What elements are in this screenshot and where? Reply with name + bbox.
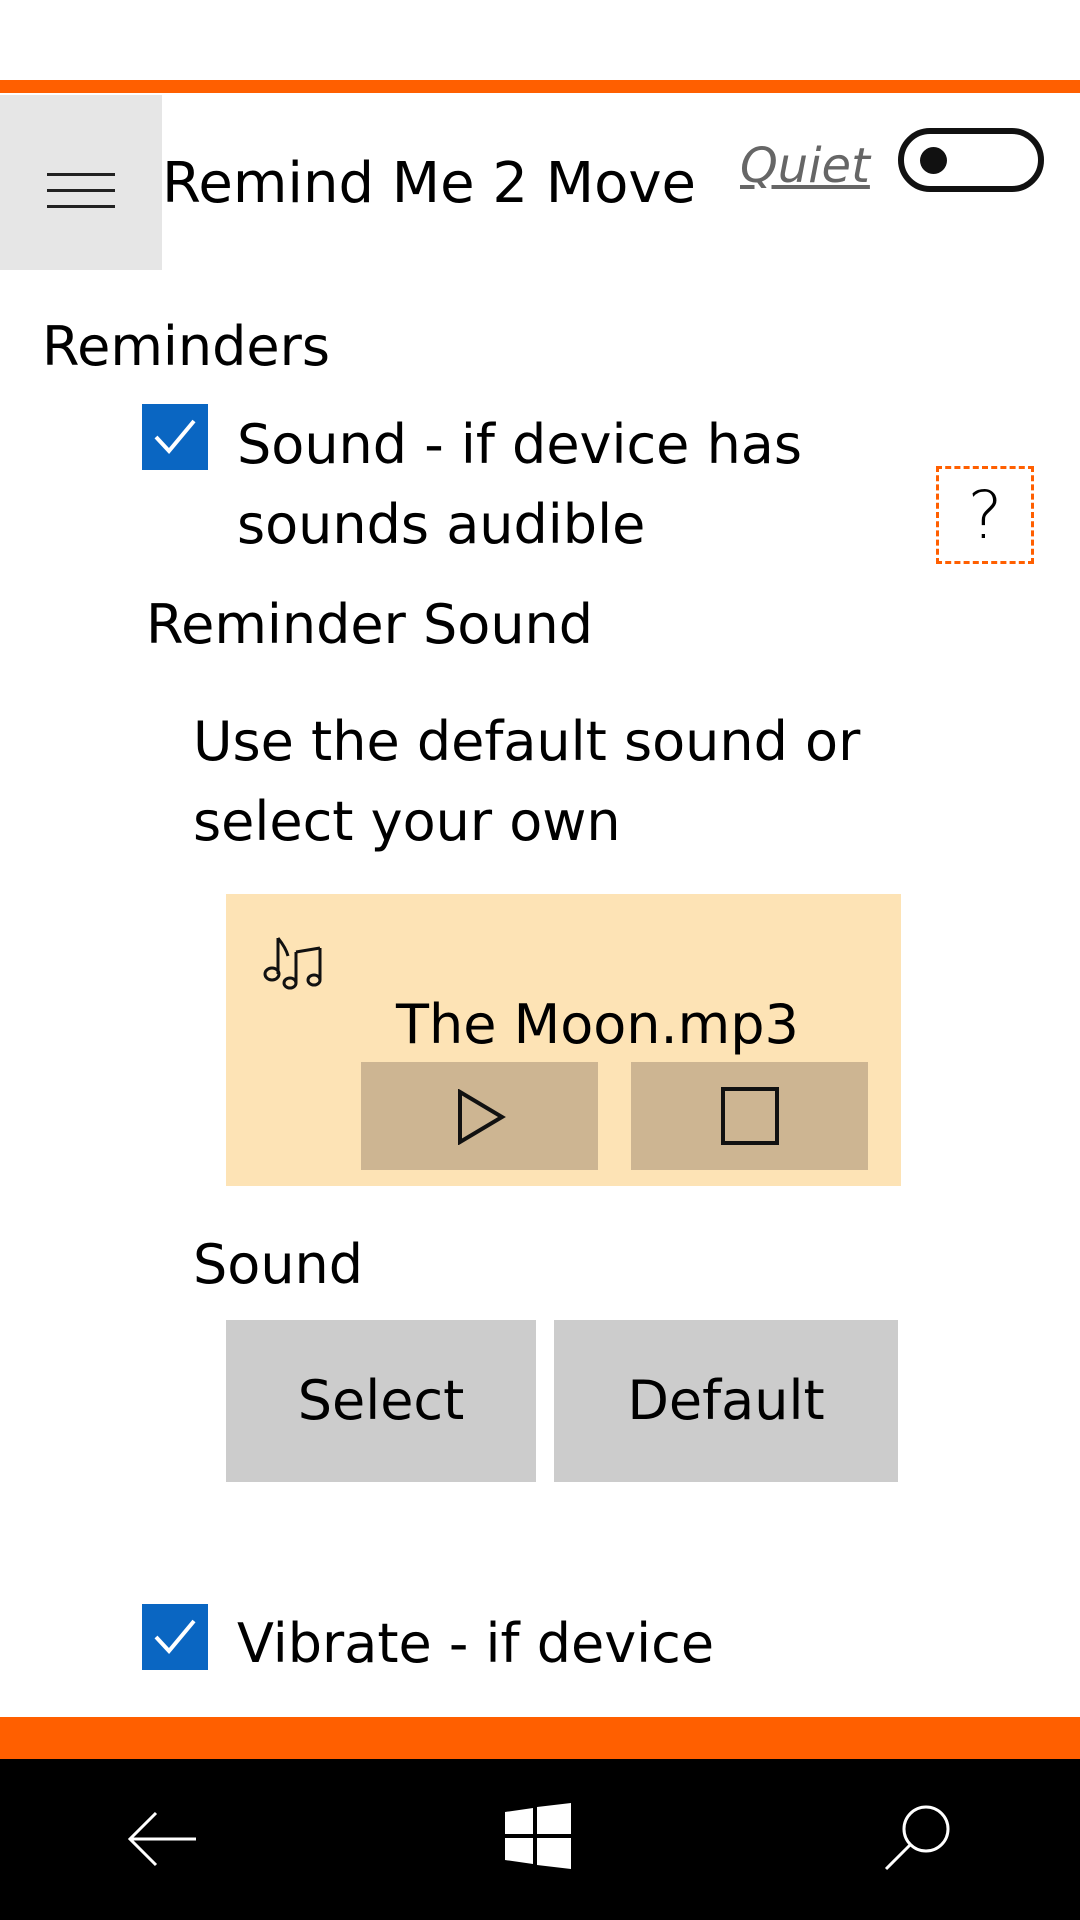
sound-label-line2: sounds audible <box>237 493 646 556</box>
system-navigation-bar <box>0 1759 1080 1920</box>
vibrate-checkbox[interactable] <box>142 1604 208 1670</box>
sound-label-line1: Sound - if device has <box>237 413 803 476</box>
description-line1: Use the default sound or <box>193 710 861 773</box>
stop-icon <box>721 1087 779 1145</box>
windows-logo-icon[interactable] <box>505 1803 571 1869</box>
back-arrow-icon[interactable] <box>126 1809 198 1869</box>
help-icon: ? <box>967 477 1003 554</box>
reminder-sound-heading: Reminder Sound <box>146 593 594 656</box>
quiet-link[interactable]: Quiet <box>740 136 870 196</box>
hamburger-line <box>47 189 115 192</box>
top-accent-bar <box>0 80 1080 93</box>
play-icon <box>458 1089 506 1145</box>
hamburger-menu-button[interactable] <box>0 95 162 270</box>
reminders-heading: Reminders <box>42 315 330 378</box>
sound-checkbox[interactable] <box>142 404 208 470</box>
search-icon[interactable] <box>882 1801 954 1873</box>
help-button[interactable]: ? <box>936 466 1034 564</box>
stop-button[interactable] <box>631 1062 868 1170</box>
music-notes-icon <box>263 937 322 990</box>
sound-description: Use the default sound or select your own <box>193 702 893 862</box>
default-sound-button[interactable]: Default <box>554 1320 898 1482</box>
quiet-toggle[interactable] <box>898 128 1044 192</box>
description-line2: select your own <box>193 790 621 853</box>
app-title: Remind Me 2 Move <box>162 151 696 216</box>
play-button[interactable] <box>361 1062 598 1170</box>
checkmark-icon <box>154 419 196 455</box>
sound-file-name: The Moon.mp3 <box>396 993 799 1056</box>
hamburger-line <box>47 173 115 176</box>
checkmark-icon <box>154 1619 196 1655</box>
hamburger-line <box>47 205 115 208</box>
sound-section-label: Sound <box>193 1233 364 1296</box>
vibrate-checkbox-label[interactable]: Vibrate - if device <box>237 1604 714 1684</box>
select-sound-button[interactable]: Select <box>226 1320 536 1482</box>
bottom-accent-bar <box>0 1717 1080 1759</box>
sound-checkbox-label[interactable]: Sound - if device has sounds audible <box>237 405 802 565</box>
toggle-knob <box>920 147 947 174</box>
